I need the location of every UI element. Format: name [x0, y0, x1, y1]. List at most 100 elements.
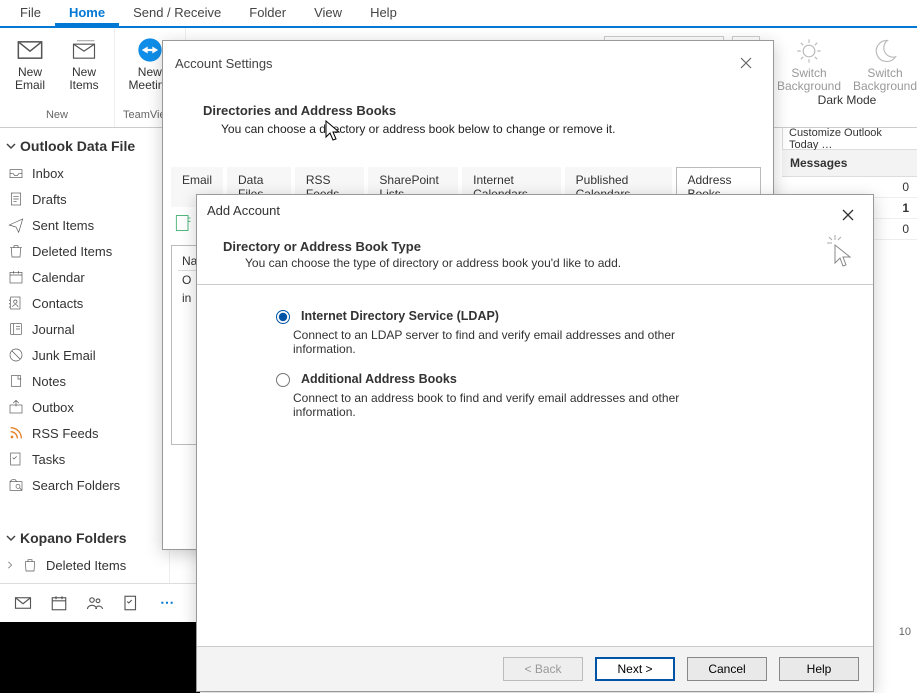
nav-item-rss-feeds[interactable]: RSS Feeds	[0, 420, 169, 446]
rss-icon	[8, 425, 24, 441]
menu-bar: File Home Send / Receive Folder View Hel…	[0, 0, 917, 28]
nav-label: Journal	[32, 322, 75, 337]
new-items-button[interactable]: New Items	[62, 36, 106, 92]
messages-header: Messages	[782, 150, 917, 177]
radio-ldap[interactable]	[276, 310, 290, 324]
journal-icon	[8, 321, 24, 337]
ribbon-group-dark: Switch Background Switch Background Dark…	[777, 31, 917, 126]
nav-item-journal[interactable]: Journal	[0, 316, 169, 342]
nav-item-calendar[interactable]: Calendar	[0, 264, 169, 290]
menu-help[interactable]: Help	[356, 0, 411, 26]
notes-icon	[8, 373, 24, 389]
cancel-button[interactable]: Cancel	[687, 657, 767, 681]
nav-item-sent-items[interactable]: Sent Items	[0, 212, 169, 238]
book-toolbar-icon[interactable]	[173, 213, 193, 233]
mail-icon[interactable]	[14, 594, 32, 612]
dlg2-options: Internet Directory Service (LDAP) Connec…	[197, 285, 873, 453]
calendar-icon[interactable]	[50, 594, 68, 612]
nav-item-kopano-deleted[interactable]: Deleted Items	[0, 552, 169, 578]
nav-item-junk-email[interactable]: Junk Email	[0, 342, 169, 368]
folder-sidebar: Outlook Data File Inbox Drafts Sent Items D…	[0, 128, 170, 622]
teamviewer-icon	[136, 36, 164, 64]
nav-label: Drafts	[32, 192, 67, 207]
nav-item-contacts[interactable]: Contacts	[0, 290, 169, 316]
dlg2-close-button[interactable]	[833, 203, 863, 227]
back-button: < Back	[503, 657, 583, 681]
outbox-icon	[8, 399, 24, 415]
menu-folder[interactable]: Folder	[235, 0, 300, 26]
new-items-label: New Items	[69, 66, 98, 92]
dlg1-title: Account Settings	[175, 56, 273, 71]
sent-icon	[8, 217, 24, 233]
calendar-icon	[8, 269, 24, 285]
switch-bg-button-1[interactable]: Switch Background	[777, 37, 841, 93]
ribbon-group-new: New Email New Items New	[0, 28, 115, 127]
chevron-right-icon	[6, 561, 14, 569]
nav-rail: ⋯	[0, 583, 200, 622]
new-email-button[interactable]: New Email	[8, 36, 52, 92]
opt-ldap-label: Internet Directory Service (LDAP)	[301, 309, 499, 323]
people-icon[interactable]	[86, 594, 104, 612]
radio-additional[interactable]	[276, 373, 290, 387]
sun-icon	[795, 37, 823, 65]
switch-bg2-label: Switch Background	[853, 67, 917, 93]
dlg2-title: Add Account	[207, 203, 280, 227]
nav-item-drafts[interactable]: Drafts	[0, 186, 169, 212]
junk-icon	[8, 347, 24, 363]
nav-label: Deleted Items	[32, 244, 112, 259]
nav-label: Junk Email	[32, 348, 96, 363]
close-icon	[842, 209, 854, 221]
envelope-stack-icon	[70, 36, 98, 64]
click-cursor-icon	[825, 233, 859, 267]
status-count: 10	[899, 626, 911, 638]
dlg2-footer: < Back Next > Cancel Help	[197, 646, 873, 691]
tasks-icon	[8, 451, 24, 467]
nav-label: Tasks	[32, 452, 65, 467]
menu-file[interactable]: File	[6, 0, 55, 26]
nav-item-notes[interactable]: Notes	[0, 368, 169, 394]
draft-icon	[8, 191, 24, 207]
menu-home[interactable]: Home	[55, 0, 119, 26]
help-button[interactable]: Help	[779, 657, 859, 681]
dlg1-close-button[interactable]	[731, 51, 761, 75]
chevron-down-icon	[6, 141, 16, 151]
opt-add-desc: Connect to an address book to find and v…	[293, 391, 713, 419]
customize-outlook-link[interactable]: Customize Outlook Today …	[782, 128, 917, 150]
menu-send-receive[interactable]: Send / Receive	[119, 0, 235, 26]
next-button[interactable]: Next >	[595, 657, 675, 681]
trash-icon	[22, 557, 38, 573]
searchfolder-icon	[8, 477, 24, 493]
contacts-icon	[8, 295, 24, 311]
nav-label: Outbox	[32, 400, 74, 415]
section2-title: Kopano Folders	[20, 530, 127, 546]
switch-bg-button-2[interactable]: Switch Background	[853, 37, 917, 93]
nav-label: Inbox	[32, 166, 64, 181]
dark-mode-label: Dark Mode	[777, 93, 917, 107]
add-account-dialog: Add Account Directory or Address Book Ty…	[196, 194, 874, 692]
nav-item-deleted-items[interactable]: Deleted Items	[0, 238, 169, 264]
nav-item-tasks[interactable]: Tasks	[0, 446, 169, 472]
more-icon[interactable]: ⋯	[158, 594, 176, 612]
inbox-icon	[8, 165, 24, 181]
nav-item-outbox[interactable]: Outbox	[0, 394, 169, 420]
trash-icon	[8, 243, 24, 259]
ribbon-group-new-label: New	[46, 109, 68, 123]
option-ldap[interactable]: Internet Directory Service (LDAP) Connec…	[271, 307, 833, 356]
opt-add-label: Additional Address Books	[301, 372, 457, 386]
opt-ldap-desc: Connect to an LDAP server to find and ve…	[293, 328, 713, 356]
nav-label: Calendar	[32, 270, 85, 285]
menu-view[interactable]: View	[300, 0, 356, 26]
envelope-icon	[16, 36, 44, 64]
section-kopano[interactable]: Kopano Folders	[0, 524, 169, 552]
black-footer	[0, 622, 200, 693]
section1-title: Outlook Data File	[20, 138, 135, 154]
section-outlook-data-file[interactable]: Outlook Data File	[0, 132, 169, 160]
nav-item-search-folders[interactable]: Search Folders	[0, 472, 169, 498]
nav-item-inbox[interactable]: Inbox	[0, 160, 169, 186]
nav-label: Sent Items	[32, 218, 94, 233]
nav-label: Contacts	[32, 296, 83, 311]
tasks-icon[interactable]	[122, 594, 140, 612]
new-email-label: New Email	[15, 66, 45, 92]
option-additional[interactable]: Additional Address Books Connect to an a…	[271, 370, 833, 419]
nav-label: Deleted Items	[46, 558, 126, 573]
